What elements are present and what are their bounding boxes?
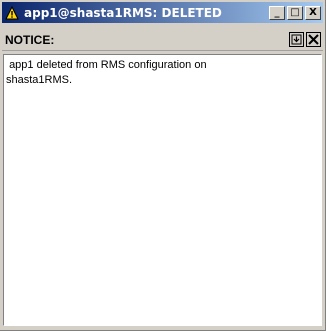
notice-window: app1@shasta1RMS: DELETED _ □ X NOTICE: a… — [0, 0, 326, 331]
minimize-icon: _ — [274, 6, 280, 18]
title-bar[interactable]: app1@shasta1RMS: DELETED _ □ X — [2, 2, 323, 23]
undock-button[interactable] — [289, 32, 304, 47]
close-icon — [308, 34, 319, 45]
notice-label: NOTICE: — [5, 32, 55, 47]
window-title: app1@shasta1RMS: DELETED — [24, 5, 222, 20]
close-window-icon: X — [309, 6, 317, 18]
notice-message: app1 deleted from RMS configuration on s… — [6, 59, 207, 86]
close-button[interactable]: X — [305, 5, 321, 20]
message-area[interactable]: app1 deleted from RMS configuration on s… — [3, 54, 322, 326]
notice-header: NOTICE: — [2, 29, 323, 51]
undock-icon — [291, 34, 302, 45]
warning-triangle-icon — [5, 5, 19, 20]
maximize-icon: □ — [290, 6, 300, 18]
minimize-button[interactable]: _ — [269, 5, 285, 20]
pane-close-button[interactable] — [306, 32, 321, 47]
maximize-button[interactable]: □ — [287, 5, 303, 20]
